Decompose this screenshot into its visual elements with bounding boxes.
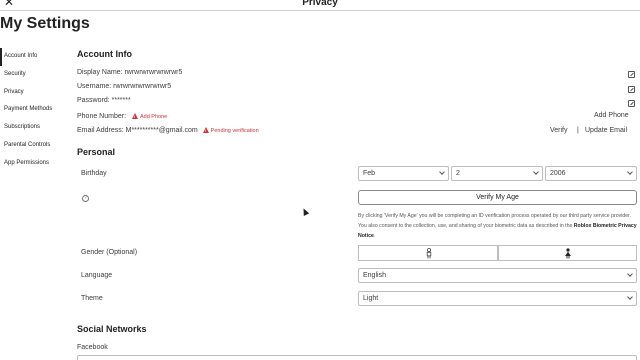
phone-row: Phone Number: Add Phone [77, 112, 167, 120]
update-email-link[interactable]: Update Email [585, 127, 627, 134]
mouse-cursor [300, 207, 310, 216]
facebook-label: Facebook [77, 344, 108, 351]
theme-label: Theme [81, 295, 103, 302]
female-icon [565, 248, 571, 259]
add-phone-inline[interactable]: Add Phone [131, 113, 167, 120]
language-label: Language [81, 272, 113, 279]
facebook-input[interactable] [77, 355, 637, 360]
email-row: Email Address: M**********@gmail.com Pen… [77, 126, 259, 134]
language-select[interactable]: English [358, 268, 637, 283]
sidebar-item-account-info[interactable]: Account Info [0, 48, 70, 66]
birthday-year-select[interactable]: 2006 [545, 166, 637, 181]
edit-username-icon[interactable] [628, 86, 635, 93]
pending-verification: Pending verification [202, 127, 259, 134]
male-icon [426, 248, 432, 259]
social-networks-heading: Social Networks [77, 324, 147, 334]
sidebar-item-app-permissions[interactable]: App Permissions [0, 155, 70, 173]
add-phone-link[interactable]: Add Phone [594, 112, 629, 119]
sidebar-item-parental-controls[interactable]: Parental Controls [0, 137, 70, 155]
warning-icon [131, 113, 138, 119]
sidebar-item-payment-methods[interactable]: Payment Methods [0, 101, 70, 119]
window-title: Privacy [302, 0, 338, 8]
gender-female-option[interactable] [498, 245, 637, 261]
chevron-down-icon [439, 169, 445, 175]
warning-icon [202, 127, 209, 133]
username-row: Username: rwrwrwrwrwrwrwr5 [77, 83, 172, 90]
page-title: My Settings [0, 15, 90, 32]
account-info-heading: Account Info [77, 49, 132, 59]
sidebar-item-security[interactable]: Security [0, 66, 70, 84]
verify-age-button[interactable]: Verify My Age [358, 190, 637, 205]
sidebar-item-privacy[interactable]: Privacy [0, 84, 70, 102]
edit-display-name-icon[interactable] [628, 71, 635, 78]
theme-select[interactable]: Light [358, 291, 637, 306]
verification-notice: By clicking 'Verify My Age' you will be … [358, 213, 637, 239]
phone-label: Phone Number: [77, 113, 127, 120]
window-titlebar: ✕ Privacy [0, 0, 640, 11]
edit-password-icon[interactable] [628, 100, 635, 107]
gender-male-option[interactable] [358, 245, 498, 261]
settings-sidebar: Account Info Security Privacy Payment Me… [0, 48, 70, 173]
gender-label: Gender (Optional) [81, 249, 138, 256]
display-name-row: Display Name: rwrwrwrwrwrwrwr5 [77, 69, 183, 76]
chevron-down-icon [533, 169, 539, 175]
chevron-down-icon [627, 169, 633, 175]
birthday-label: Birthday [81, 170, 107, 177]
email-label: Email Address: M**********@gmail.com [77, 127, 198, 134]
sidebar-item-subscriptions[interactable]: Subscriptions [0, 119, 70, 137]
birthday-month-select[interactable]: Feb [358, 166, 449, 181]
help-icon[interactable]: ? [82, 195, 89, 202]
password-row: Password: ******* [77, 97, 131, 104]
verify-email-link[interactable]: Verify [550, 127, 568, 134]
chevron-down-icon [627, 294, 633, 300]
chevron-down-icon [627, 271, 633, 277]
birthday-day-select[interactable]: 2 [451, 166, 543, 181]
personal-heading: Personal [77, 147, 116, 157]
link-separator: | [577, 127, 579, 134]
